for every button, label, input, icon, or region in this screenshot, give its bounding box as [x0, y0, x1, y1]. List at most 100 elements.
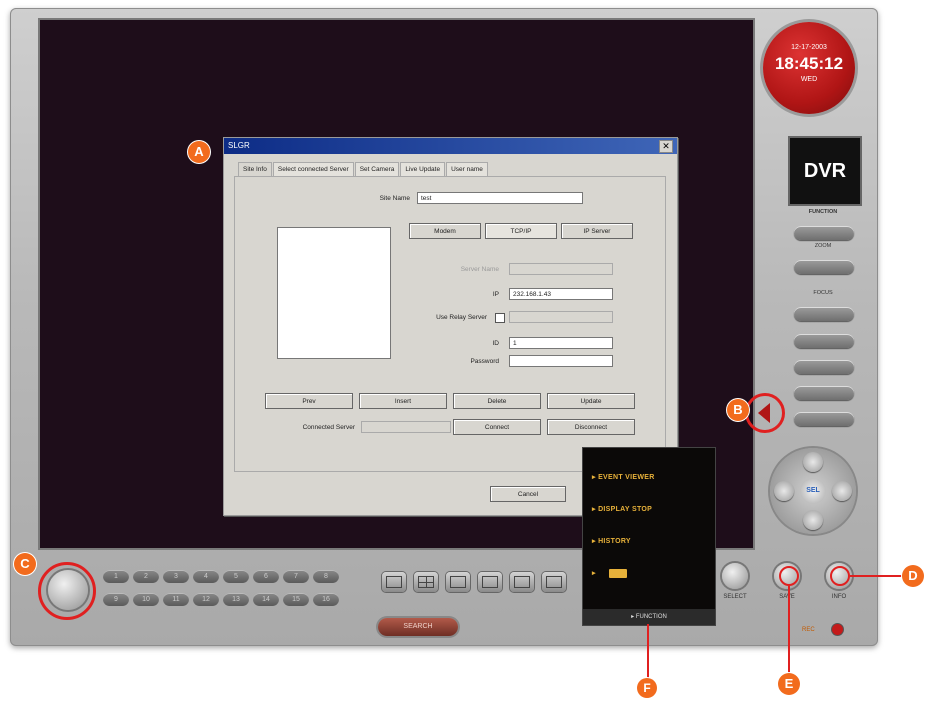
connect-button[interactable]: Connect	[453, 419, 541, 435]
channel-button-9[interactable]: 9	[103, 593, 129, 606]
insert-button[interactable]: Insert	[359, 393, 447, 409]
leader-line-d	[850, 575, 902, 577]
tcpip-button[interactable]: TCP/IP	[485, 223, 557, 239]
layout-extra-icon[interactable]	[542, 572, 566, 592]
menu-item-selected-arrow-icon: ▸	[592, 570, 596, 577]
channel-button-13[interactable]: 13	[223, 593, 249, 606]
clock-time: 18:45:12	[774, 54, 844, 73]
prev-button[interactable]: Prev	[265, 393, 353, 409]
menu-item-highlighted[interactable]	[609, 569, 627, 578]
side-button-1[interactable]	[794, 226, 854, 240]
focus-caption: FOCUS	[813, 290, 833, 296]
channel-button-8[interactable]: 8	[313, 570, 339, 583]
dpad-left[interactable]	[774, 481, 794, 501]
layout-quad-icon[interactable]	[414, 572, 438, 592]
select-caption: SELECT	[723, 594, 747, 600]
status-label: REC	[802, 627, 815, 633]
channel-button-4[interactable]: 4	[193, 570, 219, 583]
layout-sixteen-icon[interactable]	[510, 572, 534, 592]
channel-button-3[interactable]: 3	[163, 570, 189, 583]
function-caption: FUNCTION	[808, 209, 838, 215]
dpad-down[interactable]	[803, 510, 823, 530]
channel-button-16[interactable]: 16	[313, 593, 339, 606]
clock-date: 12-17-2003	[791, 44, 827, 51]
leader-line-e	[788, 586, 790, 674]
channel-button-6[interactable]: 6	[253, 570, 279, 583]
tab-user-name[interactable]: User name	[446, 162, 488, 176]
cancel-button[interactable]: Cancel	[490, 486, 566, 502]
tab-select-server[interactable]: Select connected Server	[272, 162, 354, 176]
save-caption: SAVE	[779, 594, 795, 600]
delete-button[interactable]: Delete	[453, 393, 541, 409]
dpad-up[interactable]	[803, 452, 823, 472]
modem-button[interactable]: Modem	[409, 223, 481, 239]
search-button[interactable]: SEARCH	[378, 618, 458, 636]
dialog-tabs: Site Info Select connected Server Set Ca…	[238, 162, 488, 176]
id-field[interactable]: 1	[509, 337, 613, 349]
function-bar-label: FUNCTION	[635, 614, 667, 620]
channel-button-15[interactable]: 15	[283, 593, 309, 606]
id-label: ID	[492, 340, 500, 347]
channel-button-7[interactable]: 7	[283, 570, 309, 583]
clock-weekday: WED	[800, 76, 818, 83]
layout-single-icon[interactable]	[382, 572, 406, 592]
display-stop-label: DISPLAY STOP	[598, 506, 653, 513]
callout-marker-b: B	[727, 399, 749, 421]
dpad-right[interactable]	[832, 481, 852, 501]
ip-field[interactable]: 232.168.1.43	[509, 288, 613, 300]
dialog-title: SLGR	[224, 138, 677, 154]
function-bar[interactable]: ▸ FUNCTION	[583, 609, 715, 625]
function-popup-menu: ▸ EVENT VIEWER ▸ DISPLAY STOP ▸ HISTORY …	[582, 447, 716, 626]
connected-server-label: Connected Server	[302, 424, 355, 431]
side-button-5[interactable]	[794, 360, 854, 374]
tab-set-camera[interactable]: Set Camera	[354, 162, 400, 176]
event-viewer-label: EVENT VIEWER	[598, 474, 655, 481]
menu-item-display-stop[interactable]: ▸ DISPLAY STOP	[592, 505, 652, 513]
ip-label: IP	[492, 291, 499, 298]
server-name-field	[509, 263, 613, 275]
disconnect-button[interactable]: Disconnect	[547, 419, 635, 435]
channel-button-5[interactable]: 5	[223, 570, 249, 583]
ip-server-button[interactable]: IP Server	[561, 223, 633, 239]
site-name-label: Site Name	[379, 195, 410, 202]
site-list[interactable]	[277, 227, 391, 359]
layout-nine-icon[interactable]	[446, 572, 470, 592]
focus-button[interactable]	[794, 307, 854, 321]
layout-ten-icon[interactable]	[478, 572, 502, 592]
dpad-select[interactable]: SEL	[800, 478, 826, 504]
close-icon[interactable]: ✕	[659, 140, 673, 153]
leader-line-f	[647, 624, 649, 680]
status-indicator-icon	[832, 624, 843, 635]
menu-item-history[interactable]: ▸ HISTORY	[592, 537, 631, 545]
zoom-button[interactable]	[794, 260, 854, 274]
side-button-6[interactable]	[794, 386, 854, 400]
highlight-ring-d	[830, 566, 850, 586]
zoom-caption: ZOOM	[814, 243, 832, 249]
collapse-arrow-icon[interactable]	[758, 403, 770, 423]
side-button-4[interactable]	[794, 334, 854, 348]
channel-button-1[interactable]: 1	[103, 570, 129, 583]
channel-button-2[interactable]: 2	[133, 570, 159, 583]
ptz-dpad: SEL	[770, 448, 856, 534]
highlight-ring-e	[779, 566, 799, 586]
channel-button-11[interactable]: 11	[163, 593, 189, 606]
side-button-7[interactable]	[794, 412, 854, 426]
channel-button-14[interactable]: 14	[253, 593, 279, 606]
channel-button-12[interactable]: 12	[193, 593, 219, 606]
server-name-label: Server Name	[460, 266, 499, 273]
dvr-logo: DVR	[788, 136, 862, 206]
highlight-ring-c	[38, 562, 96, 620]
clock-display: 12-17-2003 18:45:12 WED	[763, 22, 855, 114]
callout-marker-e: E	[778, 673, 800, 695]
tab-live-update[interactable]: Live Update	[400, 162, 446, 176]
tab-site-info[interactable]: Site Info	[238, 162, 272, 176]
password-field[interactable]	[509, 355, 613, 367]
relay-checkbox[interactable]	[495, 313, 505, 323]
menu-item-event-viewer[interactable]: ▸ EVENT VIEWER	[592, 473, 655, 481]
channel-button-10[interactable]: 10	[133, 593, 159, 606]
password-label: Password	[470, 358, 499, 365]
site-name-field[interactable]: test	[417, 192, 583, 204]
select-button[interactable]	[722, 563, 748, 589]
callout-marker-c: C	[14, 553, 36, 575]
update-button[interactable]: Update	[547, 393, 635, 409]
